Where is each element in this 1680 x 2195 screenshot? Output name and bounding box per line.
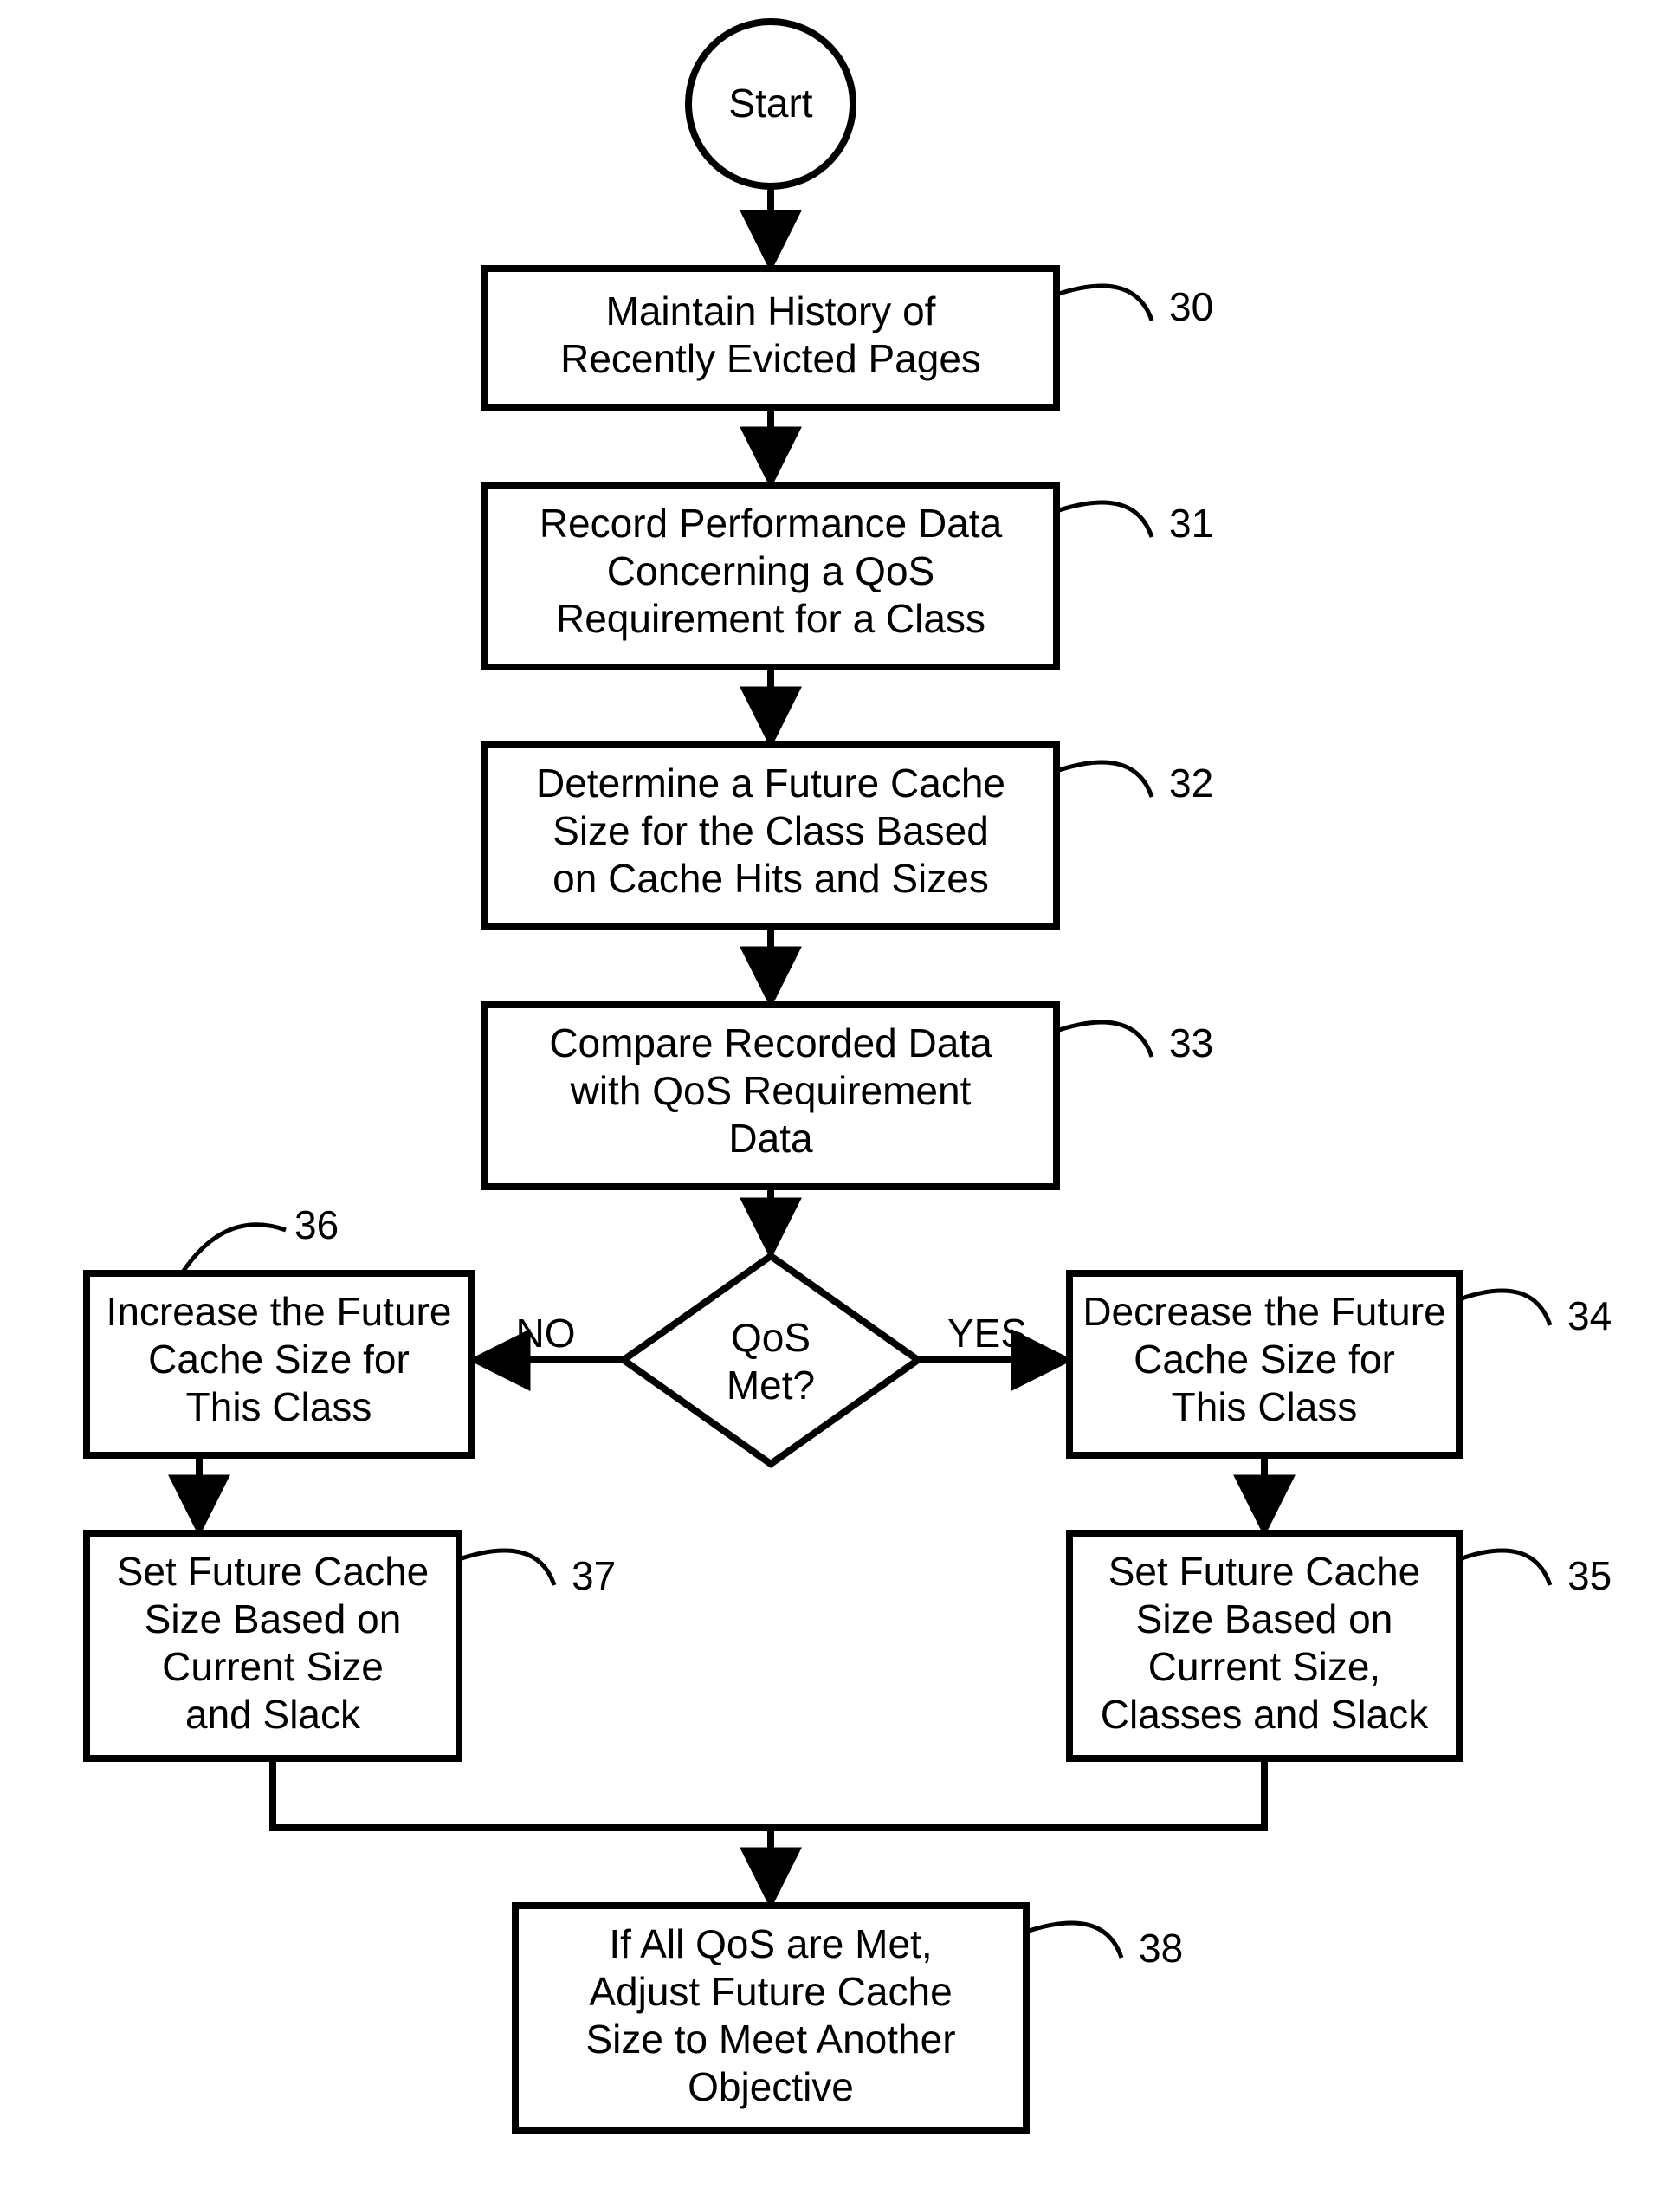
- box-30-line1: Maintain History of: [606, 288, 936, 333]
- ref-curve-30: [1056, 286, 1152, 321]
- flowchart: Start Maintain History of Recently Evict…: [0, 0, 1680, 2195]
- box-35-line2: Size Based on: [1136, 1596, 1393, 1641]
- box-37-line1: Set Future Cache: [117, 1549, 430, 1594]
- box-33-line1: Compare Recorded Data: [549, 1020, 992, 1065]
- ref-37: 37: [572, 1553, 616, 1598]
- ref-curve-37: [459, 1551, 554, 1585]
- box-33-line2: with QoS Requirement: [570, 1068, 972, 1113]
- ref-30: 30: [1169, 284, 1213, 329]
- box-37-line2: Size Based on: [145, 1596, 402, 1641]
- ref-curve-38: [1026, 1923, 1121, 1958]
- ref-36: 36: [294, 1202, 339, 1247]
- box-38-line3: Size to Meet Another: [585, 2017, 955, 2062]
- ref-curve-33: [1056, 1022, 1152, 1057]
- decision-qos-met: [624, 1256, 918, 1464]
- ref-curve-35: [1459, 1551, 1550, 1585]
- ref-31: 31: [1169, 501, 1213, 546]
- box-36-line1: Increase the Future: [107, 1289, 452, 1334]
- start-label: Start: [728, 81, 812, 126]
- box-34-line1: Decrease the Future: [1082, 1289, 1445, 1334]
- box-38-line1: If All QoS are Met,: [609, 1921, 932, 1966]
- ref-38: 38: [1139, 1926, 1183, 1971]
- ref-32: 32: [1169, 761, 1213, 806]
- ref-34: 34: [1567, 1293, 1612, 1338]
- box-35-line1: Set Future Cache: [1108, 1549, 1421, 1594]
- box-33-line3: Data: [728, 1116, 813, 1161]
- ref-33: 33: [1169, 1020, 1213, 1065]
- decision-line2: Met?: [727, 1363, 815, 1408]
- yes-label: YES: [947, 1311, 1027, 1356]
- box-36-line3: This Class: [186, 1384, 372, 1429]
- box-36-line2: Cache Size for: [148, 1337, 410, 1382]
- box-38-line2: Adjust Future Cache: [589, 1969, 952, 2014]
- box-30-line2: Recently Evicted Pages: [560, 336, 981, 381]
- decision-line1: QoS: [731, 1315, 811, 1360]
- box-31-line3: Requirement for a Class: [556, 596, 985, 641]
- box-35-line3: Current Size,: [1148, 1644, 1380, 1689]
- box-31-line1: Record Performance Data: [540, 501, 1003, 546]
- box-34-line2: Cache Size for: [1134, 1337, 1395, 1382]
- ref-curve-36: [182, 1225, 286, 1273]
- ref-curve-32: [1056, 762, 1152, 797]
- box-32-line3: on Cache Hits and Sizes: [552, 856, 989, 901]
- box-31-line2: Concerning a QoS: [607, 548, 934, 593]
- box-32-line1: Determine a Future Cache: [536, 761, 1005, 806]
- no-label: NO: [516, 1311, 576, 1356]
- box-32-line2: Size for the Class Based: [552, 808, 989, 853]
- box-37-line3: Current Size: [162, 1644, 384, 1689]
- box-38-line4: Objective: [688, 2064, 854, 2109]
- ref-curve-34: [1459, 1291, 1550, 1325]
- box-37-line4: and Slack: [185, 1692, 361, 1737]
- box-35-line4: Classes and Slack: [1101, 1692, 1429, 1737]
- ref-curve-31: [1056, 502, 1152, 537]
- ref-35: 35: [1567, 1553, 1612, 1598]
- box-34-line3: This Class: [1172, 1384, 1358, 1429]
